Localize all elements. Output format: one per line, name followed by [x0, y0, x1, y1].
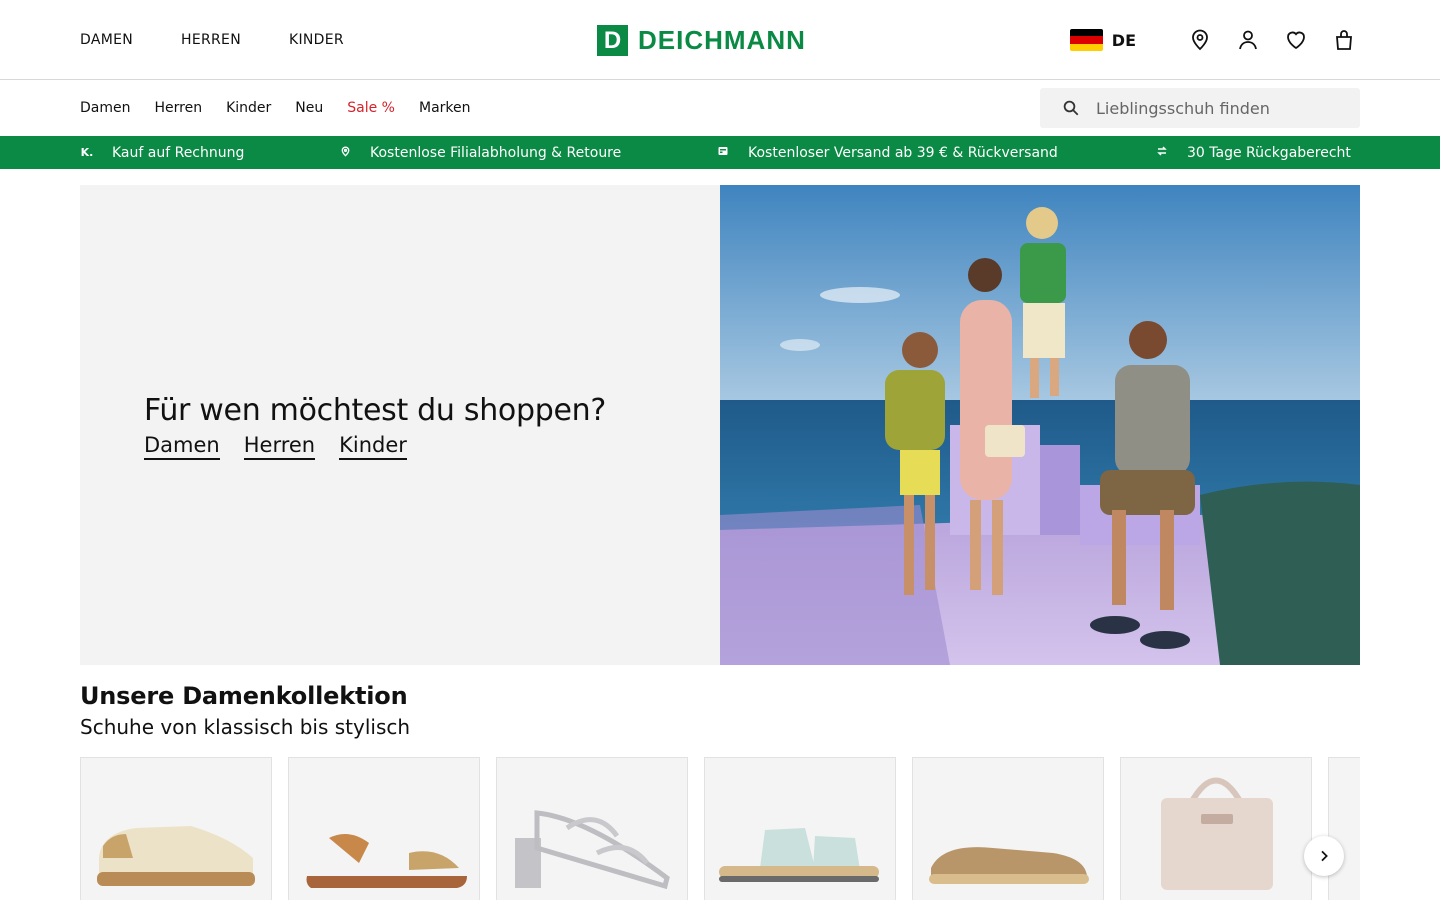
product-card-handbag[interactable] [1120, 757, 1312, 900]
usp-text: Kostenlose Filialabholung & Retoure [370, 144, 622, 161]
carousel-next-button[interactable] [1304, 836, 1344, 876]
product-card-sandal[interactable] [288, 757, 480, 900]
espadrille-image [929, 847, 1089, 884]
chevron-right-icon [1321, 850, 1328, 862]
user-icon[interactable] [1236, 28, 1260, 52]
subnav-damen[interactable]: Damen [80, 100, 130, 116]
hero-links: Damen Herren Kinder [144, 432, 606, 460]
shopping-bag-icon[interactable] [1332, 28, 1356, 52]
subnav-kinder[interactable]: Kinder [226, 100, 271, 116]
usp-text: 30 Tage Rückgaberecht [1187, 144, 1351, 161]
logo-text: DEICHMANN [638, 25, 806, 55]
search-icon[interactable] [1062, 99, 1080, 117]
product-card-slide-sandal[interactable] [704, 757, 896, 900]
main-category-nav: DAMEN HERREN KINDER [80, 0, 392, 80]
product-card-heeled-sandal[interactable] [496, 757, 688, 900]
germany-flag-icon[interactable] [1069, 29, 1103, 51]
hero-title: Für wen möchtest du shoppen? [144, 393, 606, 428]
hero-banner: Für wen möchtest du shoppen? Damen Herre… [80, 185, 1360, 665]
heeled-sandal-image [515, 810, 670, 890]
usp-text: Kauf auf Rechnung [112, 144, 245, 161]
usp-return: 30 Tage Rückgaberecht [1155, 136, 1351, 169]
product-carousel [80, 757, 1360, 900]
nav-kinder[interactable]: KINDER [289, 32, 344, 48]
family-photo [720, 185, 1360, 665]
language-selector[interactable]: DE [1112, 31, 1136, 50]
heart-icon[interactable] [1284, 28, 1308, 52]
search-bar[interactable] [1040, 88, 1360, 128]
sneaker-image [97, 826, 255, 886]
truck-icon [716, 145, 730, 160]
top-header: DAMEN HERREN KINDER D DEICHMANN DE [0, 0, 1440, 80]
hero-link-kinder[interactable]: Kinder [339, 432, 407, 460]
header-actions: DE [1069, 0, 1356, 80]
hero-family-image[interactable] [720, 185, 1360, 665]
deichmann-logo[interactable]: D DEICHMANN [597, 25, 806, 56]
secondary-header: Damen Herren Kinder Neu Sale % Marken [0, 80, 1440, 136]
subnav-marken[interactable]: Marken [419, 100, 471, 116]
usp-text: Kostenloser Versand ab 39 € & Rückversan… [748, 144, 1058, 161]
product-card-espadrille[interactable] [912, 757, 1104, 900]
logo-mark: D [597, 25, 628, 56]
hero-text: Für wen möchtest du shoppen? Damen Herre… [144, 393, 606, 460]
invoice-icon: K. [80, 146, 94, 159]
slide-sandal-image [719, 828, 879, 882]
subnav-herren[interactable]: Herren [154, 100, 202, 116]
usp-bar: K. Kauf auf Rechnung Kostenlose Filialab… [0, 136, 1440, 169]
subnav-sale[interactable]: Sale % [347, 100, 395, 116]
subnav-neu[interactable]: Neu [295, 100, 323, 116]
return-arrows-icon [1155, 145, 1169, 160]
product-card-sneaker[interactable] [80, 757, 272, 900]
sandal-image [306, 834, 467, 888]
location-pin-icon [338, 146, 352, 160]
product-card-partial[interactable] [1328, 757, 1360, 900]
collection-title: Unsere Damenkollektion [80, 682, 408, 710]
secondary-nav: Damen Herren Kinder Neu Sale % Marken [80, 80, 495, 136]
hero-link-herren[interactable]: Herren [243, 432, 316, 460]
usp-invoice: K. Kauf auf Rechnung [80, 136, 245, 169]
nav-damen[interactable]: DAMEN [80, 32, 133, 48]
handbag-image [1161, 777, 1273, 890]
nav-herren[interactable]: HERREN [181, 32, 241, 48]
usp-free-shipping: Kostenloser Versand ab 39 € & Rückversan… [716, 136, 1058, 169]
hero-link-damen[interactable]: Damen [144, 432, 220, 460]
location-pin-icon[interactable] [1188, 28, 1212, 52]
usp-store-pickup: Kostenlose Filialabholung & Retoure [338, 136, 621, 169]
collection-subtitle: Schuhe von klassisch bis stylisch [80, 715, 411, 739]
search-input[interactable] [1096, 98, 1336, 118]
